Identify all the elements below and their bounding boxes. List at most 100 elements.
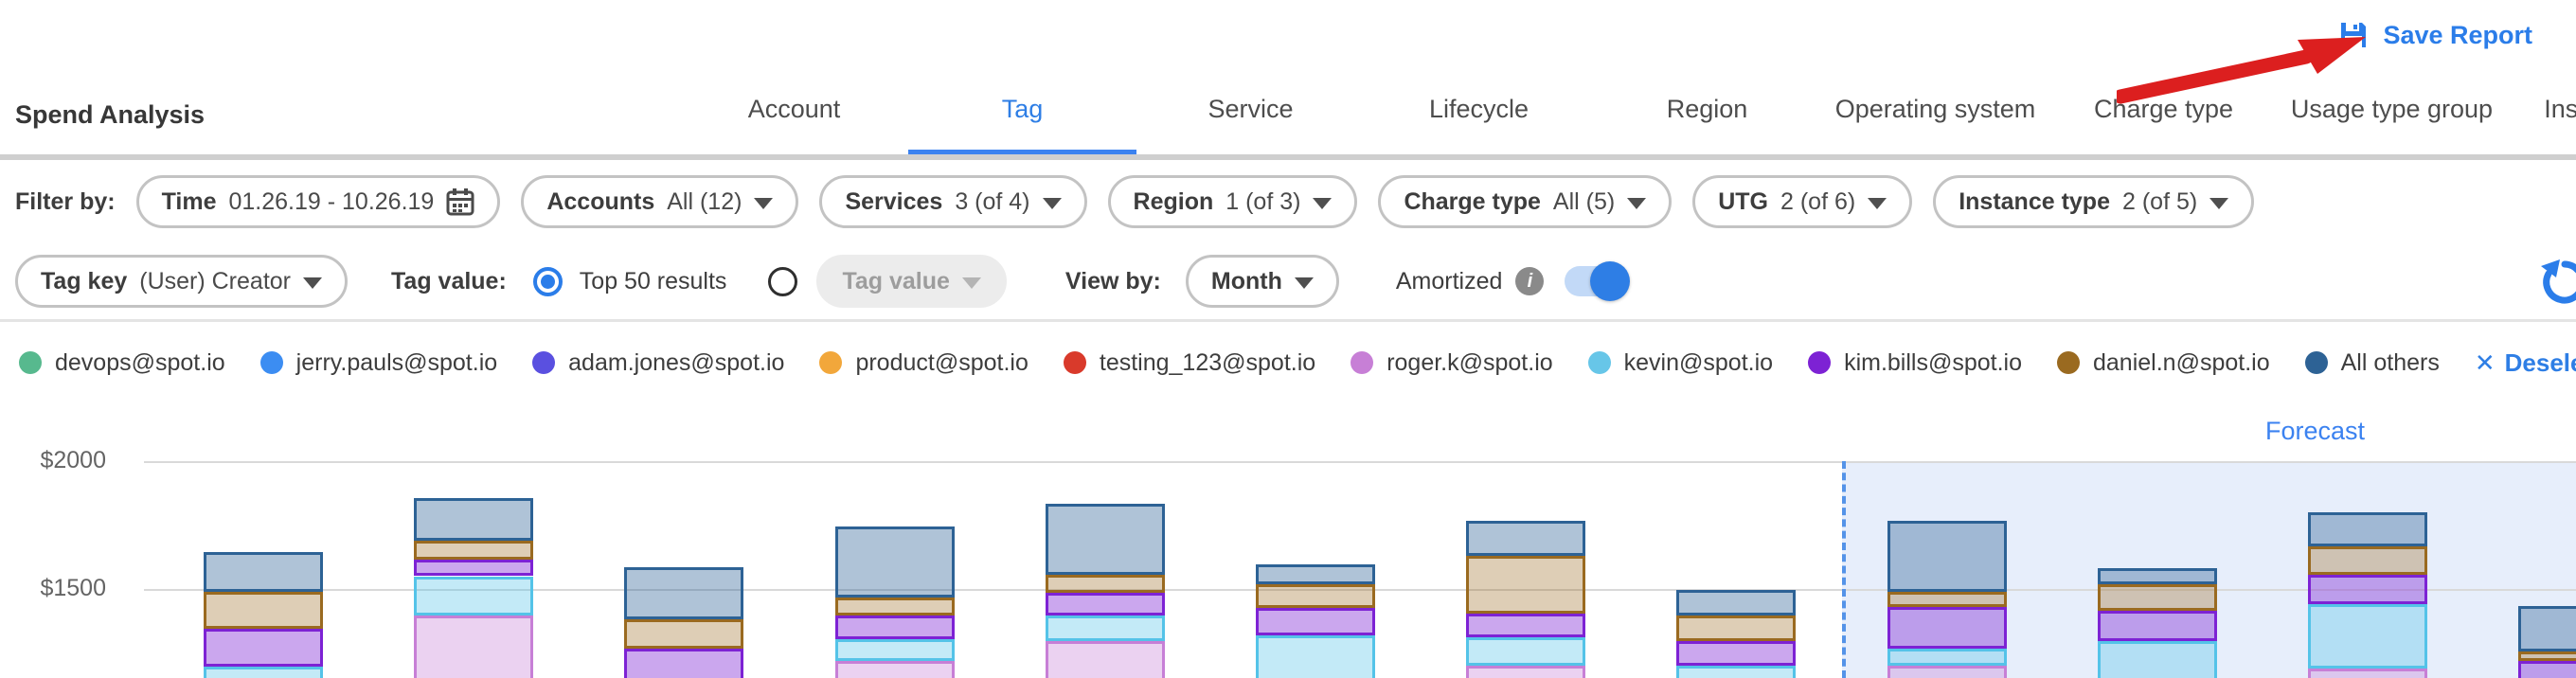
bar-11-segment-all_others[interactable] bbox=[2308, 512, 2427, 546]
tab-region[interactable]: Region bbox=[1593, 95, 1821, 157]
bar-8-segment-kim[interactable] bbox=[1676, 641, 1796, 666]
bar-1-segment-kevin[interactable] bbox=[204, 667, 323, 678]
legend-label: testing_123@spot.io bbox=[1100, 349, 1315, 377]
bar-6-segment-kevin[interactable] bbox=[1256, 635, 1375, 678]
tab-operating-system[interactable]: Operating system bbox=[1821, 95, 2049, 157]
legend-item-kim-bills-spot-io[interactable]: kim.bills@spot.io bbox=[1808, 349, 2022, 377]
bar-2-segment-kim[interactable] bbox=[414, 560, 533, 577]
services-filter-pill[interactable]: Services3 (of 4) bbox=[819, 175, 1086, 228]
tab-service[interactable]: Service bbox=[1136, 95, 1365, 157]
save-report-button[interactable]: Save Report bbox=[2337, 19, 2532, 51]
bar-9-segment-roger[interactable] bbox=[1887, 666, 2007, 678]
time-filter-pill[interactable]: Time01.26.19 - 10.26.19 bbox=[136, 175, 501, 228]
bar-4-segment-all_others[interactable] bbox=[835, 526, 955, 598]
legend-item-testing-123-spot-io[interactable]: testing_123@spot.io bbox=[1064, 349, 1315, 377]
info-icon[interactable]: i bbox=[1515, 267, 1544, 295]
bar-5-segment-all_others[interactable] bbox=[1046, 504, 1165, 576]
reset-icon[interactable] bbox=[2540, 258, 2576, 307]
view-by-dropdown[interactable]: Month bbox=[1186, 255, 1339, 308]
bar-1-segment-kim[interactable] bbox=[204, 629, 323, 668]
bar-3-segment-daniel[interactable] bbox=[624, 619, 743, 649]
bar-2-segment-roger[interactable] bbox=[414, 616, 533, 678]
bar-7-segment-daniel[interactable] bbox=[1466, 556, 1585, 614]
tag-value-dropdown-disabled[interactable]: Tag value bbox=[816, 255, 1006, 308]
bar-10-segment-daniel[interactable] bbox=[2098, 584, 2217, 611]
bar-12-segment-daniel[interactable] bbox=[2518, 651, 2576, 660]
bar-11-segment-daniel[interactable] bbox=[2308, 546, 2427, 575]
bar-2-segment-all_others[interactable] bbox=[414, 498, 533, 541]
bar-7-segment-roger[interactable] bbox=[1466, 666, 1585, 678]
legend-item-adam-jones-spot-io[interactable]: adam.jones@spot.io bbox=[532, 349, 784, 377]
radio-top-50-results[interactable] bbox=[533, 267, 563, 296]
instance-type-filter-pill[interactable]: Instance type2 (of 5) bbox=[1933, 175, 2254, 228]
bar-6-segment-kim[interactable] bbox=[1256, 608, 1375, 634]
bar-9-segment-all_others[interactable] bbox=[1887, 521, 2007, 591]
bar-11-segment-kevin[interactable] bbox=[2308, 604, 2427, 669]
bar-1-segment-all_others[interactable] bbox=[204, 552, 323, 592]
bar-5-segment-kim[interactable] bbox=[1046, 593, 1165, 616]
spend-chart: $2000$1500Forecast bbox=[0, 393, 2576, 678]
utg-filter-pill[interactable]: UTG2 (of 6) bbox=[1692, 175, 1912, 228]
amortized-toggle[interactable] bbox=[1565, 266, 1627, 296]
deselect-all-button[interactable]: ✕Deselect All bbox=[2475, 348, 2576, 378]
bar-9-segment-kevin[interactable] bbox=[1887, 649, 2007, 666]
bar-12-segment-kim[interactable] bbox=[2518, 661, 2576, 678]
legend-item-jerry-pauls-spot-io[interactable]: jerry.pauls@spot.io bbox=[260, 349, 498, 377]
region-filter-pill[interactable]: Region1 (of 3) bbox=[1108, 175, 1358, 228]
bar-7-segment-kim[interactable] bbox=[1466, 614, 1585, 638]
chevron-down-icon bbox=[1627, 198, 1646, 209]
bar-4-segment-daniel[interactable] bbox=[835, 598, 955, 616]
tab-instance-type[interactable]: Instance type bbox=[2506, 95, 2576, 157]
tab-account[interactable]: Account bbox=[680, 95, 908, 157]
radio-tag-value[interactable] bbox=[768, 267, 797, 296]
bar-10-segment-kevin[interactable] bbox=[2098, 641, 2217, 678]
bar-8-segment-daniel[interactable] bbox=[1676, 616, 1796, 641]
legend-item-kevin-spot-io[interactable]: kevin@spot.io bbox=[1588, 349, 1773, 377]
legend-item-roger-k-spot-io[interactable]: roger.k@spot.io bbox=[1351, 349, 1552, 377]
tab-charge-type[interactable]: Charge type bbox=[2049, 95, 2278, 157]
bar-6-segment-all_others[interactable] bbox=[1256, 564, 1375, 583]
bar-10-segment-all_others[interactable] bbox=[2098, 568, 2217, 583]
bar-11-segment-kim[interactable] bbox=[2308, 575, 2427, 604]
bar-8-segment-kevin[interactable] bbox=[1676, 666, 1796, 678]
bar-2-segment-daniel[interactable] bbox=[414, 541, 533, 560]
tag-key-dropdown[interactable]: Tag key (User) Creator bbox=[15, 255, 348, 308]
bar-6-segment-daniel[interactable] bbox=[1256, 584, 1375, 609]
accounts-filter-pill[interactable]: AccountsAll (12) bbox=[521, 175, 798, 228]
legend-item-all-others[interactable]: All others bbox=[2305, 349, 2440, 377]
bar-5-segment-roger[interactable] bbox=[1046, 641, 1165, 678]
legend-label: jerry.pauls@spot.io bbox=[296, 349, 498, 377]
pill-label: UTG bbox=[1718, 188, 1768, 216]
pill-label: Time bbox=[162, 188, 217, 216]
bar-7-segment-all_others[interactable] bbox=[1466, 521, 1585, 555]
bar-3-segment-all_others[interactable] bbox=[624, 567, 743, 619]
legend-item-devops-spot-io[interactable]: devops@spot.io bbox=[19, 349, 225, 377]
bar-2-segment-kevin[interactable] bbox=[414, 577, 533, 616]
bar-3-segment-kim[interactable] bbox=[624, 649, 743, 678]
bar-4-segment-roger[interactable] bbox=[835, 661, 955, 678]
pill-value: All (5) bbox=[1553, 188, 1615, 216]
tab-tag[interactable]: Tag bbox=[908, 95, 1136, 157]
tab-lifecycle[interactable]: Lifecycle bbox=[1365, 95, 1593, 157]
legend-item-daniel-n-spot-io[interactable]: daniel.n@spot.io bbox=[2057, 349, 2270, 377]
bar-7-segment-kevin[interactable] bbox=[1466, 637, 1585, 666]
filter-by-label: Filter by: bbox=[15, 188, 116, 216]
legend-item-product-spot-io[interactable]: product@spot.io bbox=[819, 349, 1028, 377]
bar-5-segment-daniel[interactable] bbox=[1046, 575, 1165, 593]
bar-9-segment-daniel[interactable] bbox=[1887, 592, 2007, 607]
bar-5-segment-kevin[interactable] bbox=[1046, 616, 1165, 641]
chevron-down-icon bbox=[2209, 198, 2228, 209]
bar-10-segment-kim[interactable] bbox=[2098, 611, 2217, 641]
bar-1-segment-daniel[interactable] bbox=[204, 592, 323, 629]
bar-4-segment-kim[interactable] bbox=[835, 616, 955, 638]
bar-12-segment-all_others[interactable] bbox=[2518, 606, 2576, 652]
bar-9-segment-kim[interactable] bbox=[1887, 607, 2007, 650]
chevron-down-icon bbox=[962, 277, 981, 289]
bar-8-segment-all_others[interactable] bbox=[1676, 590, 1796, 616]
charge-type-filter-pill[interactable]: Charge type All (5) bbox=[1378, 175, 1672, 228]
tab-usage-type-group[interactable]: Usage type group bbox=[2278, 95, 2506, 157]
bar-4-segment-kevin[interactable] bbox=[835, 639, 955, 661]
bar-11-segment-roger[interactable] bbox=[2308, 669, 2427, 678]
y-axis-tick: $1500 bbox=[0, 575, 106, 602]
pill-label: Charge type bbox=[1404, 188, 1540, 216]
